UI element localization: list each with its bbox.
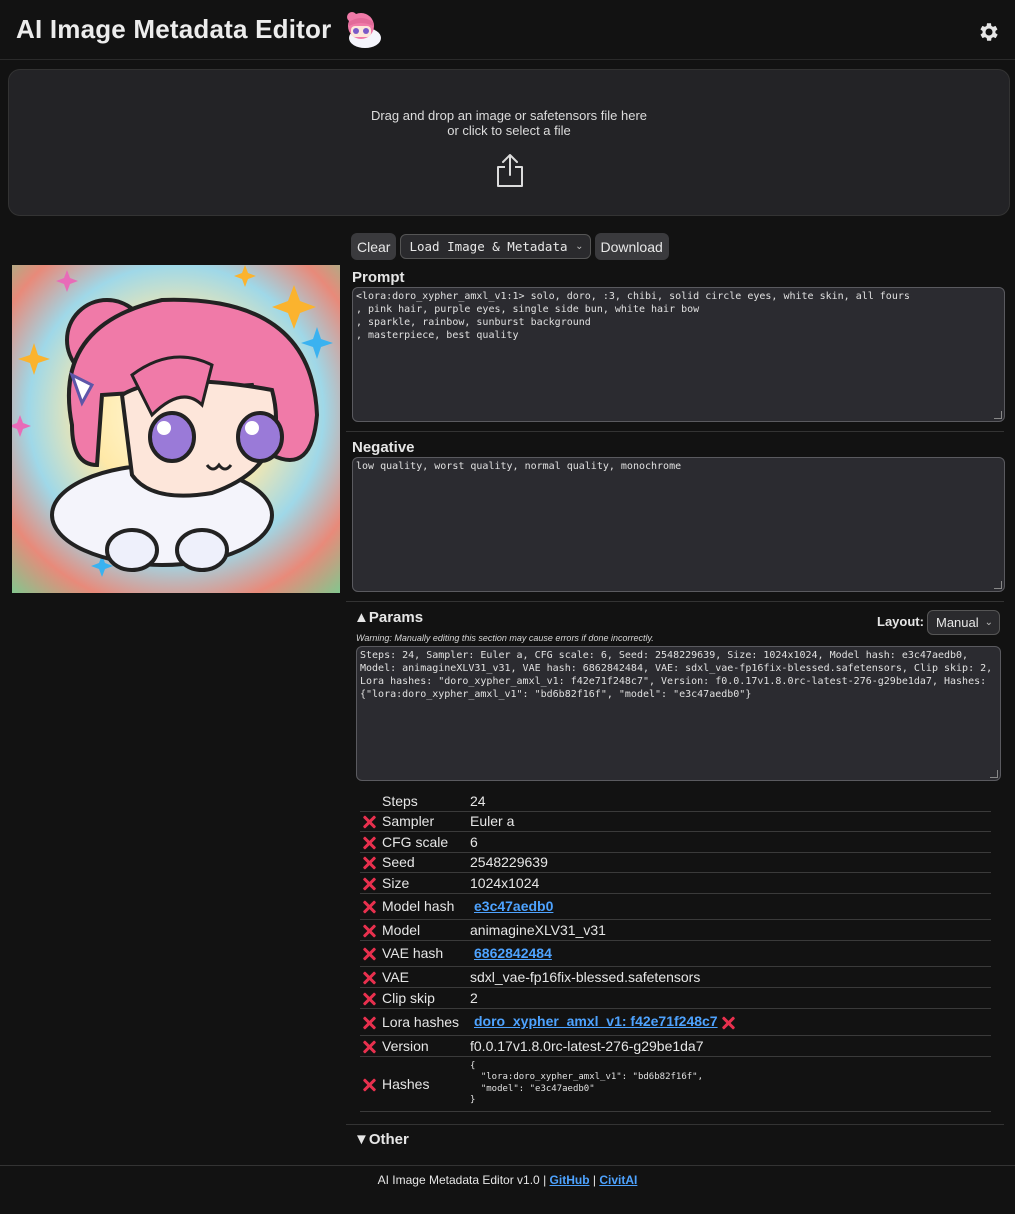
param-row: VAE sdxl_vae-fp16fix-blessed.safetensors — [360, 966, 991, 988]
footer: AI Image Metadata Editor v1.0 | GitHub |… — [0, 1173, 1015, 1187]
gear-icon[interactable] — [977, 20, 1001, 44]
param-row: Clip skip 2 — [360, 987, 991, 1009]
param-value: 2 — [470, 987, 991, 1009]
remove-icon[interactable] — [362, 971, 376, 985]
param-value: Euler a — [470, 811, 991, 832]
param-row: Steps 24 — [360, 792, 991, 812]
param-row: Model animagineXLV31_v31 — [360, 919, 991, 941]
layout-label: Layout: — [877, 614, 924, 629]
toolbar: Clear Load Image & Metadata ⌄ Download — [351, 233, 669, 260]
remove-icon[interactable] — [362, 1040, 376, 1054]
negative-textarea[interactable]: low quality, worst quality, normal quali… — [352, 457, 1005, 592]
param-value: animagineXLV31_v31 — [470, 919, 991, 941]
dropzone-subtext: or click to select a file — [447, 123, 571, 138]
divider — [346, 431, 1004, 432]
param-key: Model — [382, 919, 470, 941]
remove-icon[interactable] — [362, 856, 376, 870]
param-key: Lora hashes — [382, 1008, 470, 1036]
load-mode-select[interactable]: Load Image & Metadata ⌄ — [400, 234, 591, 259]
upload-icon — [497, 154, 523, 187]
chevron-down-icon: ⌄ — [575, 241, 584, 252]
footer-text: AI Image Metadata Editor v1.0 — [377, 1173, 540, 1187]
civitai-link[interactable]: CivitAI — [599, 1173, 637, 1187]
remove-icon[interactable] — [362, 1078, 376, 1092]
param-row: Model hash e3c47aedb0 — [360, 893, 991, 920]
param-row: Version f0.0.17v1.8.0rc-latest-276-g29be… — [360, 1035, 991, 1057]
remove-icon[interactable] — [362, 1016, 376, 1030]
app-title: AI Image Metadata Editor — [16, 14, 332, 44]
param-row: Sampler Euler a — [360, 811, 991, 832]
remove-icon[interactable] — [362, 947, 376, 961]
param-value: 2548229639 — [470, 852, 991, 873]
divider — [346, 601, 1004, 602]
dropzone-text: Drag and drop an image or safetensors fi… — [370, 108, 648, 123]
negative-label: Negative — [352, 439, 415, 456]
param-key: Model hash — [382, 893, 470, 920]
github-link[interactable]: GitHub — [550, 1173, 590, 1187]
remove-icon[interactable] — [721, 1016, 735, 1030]
chevron-down-icon: ⌄ — [984, 617, 993, 628]
divider — [346, 1124, 1004, 1125]
model-hash-link[interactable]: e3c47aedb0 — [474, 898, 553, 914]
param-key: Size — [382, 872, 470, 894]
mascot-logo — [347, 11, 382, 48]
param-row: Size 1024x1024 — [360, 872, 991, 894]
param-value: 1024x1024 — [470, 872, 991, 894]
negative-text: low quality, worst quality, normal quali… — [356, 461, 682, 472]
param-key: CFG scale — [382, 831, 470, 853]
remove-icon[interactable] — [362, 900, 376, 914]
remove-icon[interactable] — [362, 836, 376, 850]
clear-button[interactable]: Clear — [351, 233, 397, 260]
load-mode-value: Load Image & Metadata — [409, 239, 568, 254]
remove-icon[interactable] — [362, 992, 376, 1006]
vae-hash-link[interactable]: 6862842484 — [474, 945, 552, 961]
layout-select[interactable]: Manual ⌄ — [927, 610, 1000, 635]
param-key: VAE — [382, 966, 470, 988]
prompt-label: Prompt — [352, 269, 405, 286]
params-textarea[interactable]: Steps: 24, Sampler: Euler a, CFG scale: … — [356, 646, 1001, 781]
param-row: CFG scale 6 — [360, 831, 991, 853]
params-table: Steps 24 Sampler Euler a CFG scale 6 See… — [360, 792, 991, 1112]
param-key: Clip skip — [382, 987, 470, 1009]
param-key: Steps — [382, 792, 470, 812]
layout-value: Manual — [936, 615, 979, 630]
prompt-textarea[interactable]: <lora:doro_xypher_amxl_v1:1> solo, doro,… — [352, 287, 1005, 422]
param-row: Seed 2548229639 — [360, 852, 991, 873]
param-key: VAE hash — [382, 940, 470, 967]
file-dropzone[interactable]: Drag and drop an image or safetensors fi… — [8, 69, 1010, 216]
param-row: Lora hashes doro_xypher_amxl_v1: f42e71f… — [360, 1008, 991, 1036]
resize-handle[interactable] — [990, 770, 998, 778]
resize-handle[interactable] — [994, 411, 1002, 419]
param-key: Sampler — [382, 811, 470, 832]
params-raw-text: Steps: 24, Sampler: Euler a, CFG scale: … — [360, 650, 999, 700]
param-row: Hashes { "lora:doro_xypher_amxl_v1": "bd… — [360, 1056, 991, 1112]
footer-divider — [0, 1165, 1015, 1166]
remove-icon[interactable] — [362, 877, 376, 891]
footer-separator: | — [592, 1173, 596, 1187]
params-toggle[interactable]: ▲Params — [354, 609, 423, 626]
params-warning: Warning: Manually editing this section m… — [356, 633, 654, 643]
remove-icon[interactable] — [362, 815, 376, 829]
param-row: VAE hash 6862842484 — [360, 940, 991, 967]
param-value: 6 — [470, 831, 991, 853]
param-value: f0.0.17v1.8.0rc-latest-276-g29be1da7 — [470, 1035, 991, 1057]
hashes-json: { "lora:doro_xypher_amxl_v1": "bd6b82f16… — [470, 1060, 703, 1106]
app-header: AI Image Metadata Editor — [0, 0, 1015, 60]
image-preview — [12, 265, 340, 593]
remove-icon[interactable] — [362, 924, 376, 938]
param-key: Hashes — [382, 1056, 470, 1112]
param-key: Seed — [382, 852, 470, 873]
prompt-text: <lora:doro_xypher_amxl_v1:1> solo, doro,… — [356, 291, 910, 341]
lora-hash-link[interactable]: doro_xypher_amxl_v1: f42e71f248c7 — [474, 1013, 718, 1029]
param-value: 24 — [470, 792, 991, 812]
param-value: sdxl_vae-fp16fix-blessed.safetensors — [470, 966, 991, 988]
other-toggle[interactable]: ▼Other — [354, 1131, 409, 1148]
footer-separator: | — [543, 1173, 547, 1187]
param-key: Version — [382, 1035, 470, 1057]
download-button[interactable]: Download — [594, 233, 669, 260]
resize-handle[interactable] — [994, 581, 1002, 589]
